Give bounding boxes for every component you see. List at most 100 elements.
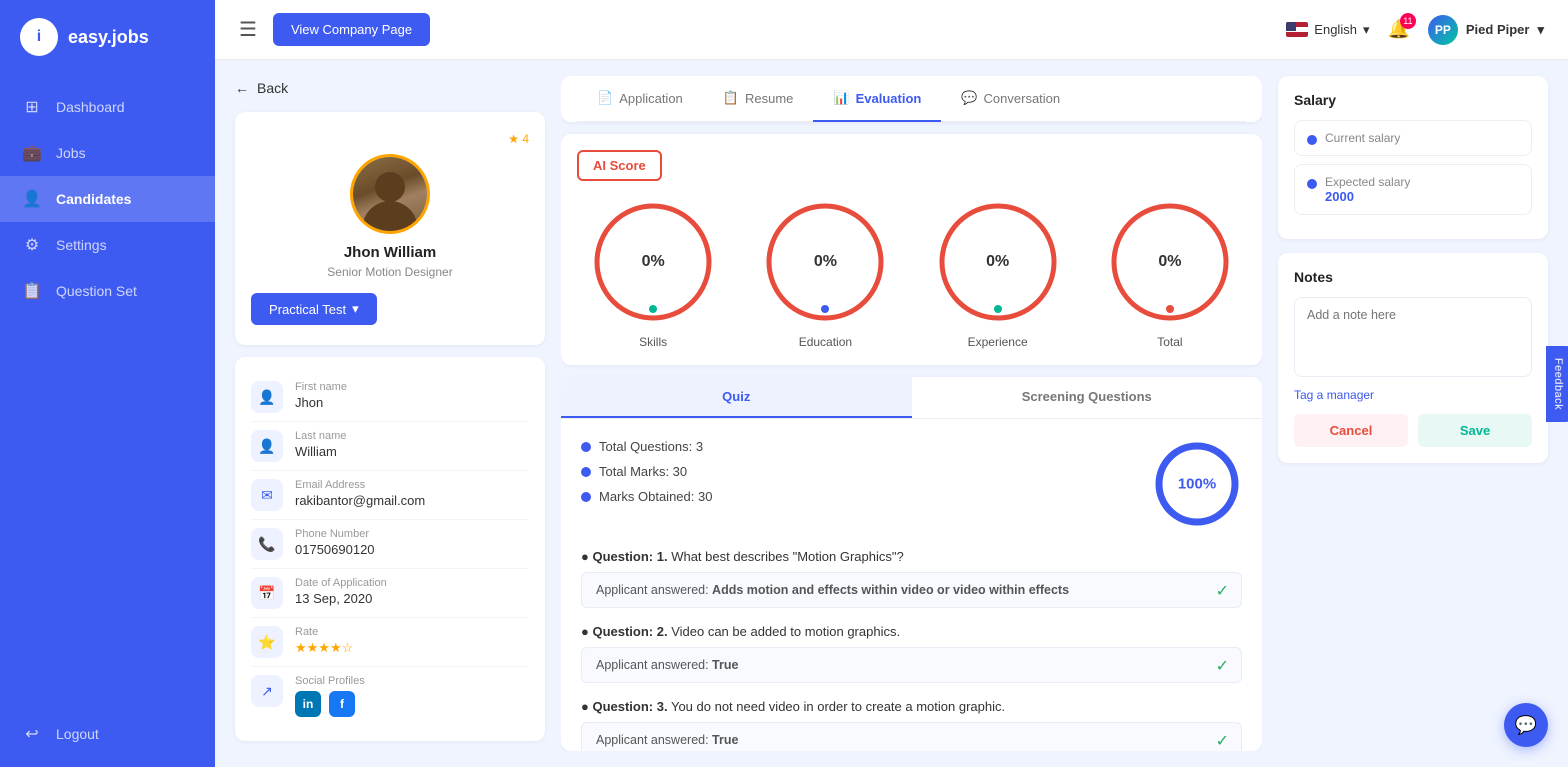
save-button[interactable]: Save [1418,414,1532,447]
status-button[interactable]: Practical Test ▾ [251,293,377,325]
candidate-name: Jhon William [251,244,529,261]
sidebar-item-settings[interactable]: ⚙ Settings [0,222,215,268]
ai-score-card: AI Score 0% Skills [561,134,1262,365]
sidebar: i easy.jobs ⊞ Dashboard 💼 Jobs 👤 Candida… [0,0,215,767]
sidebar-item-label: Settings [56,237,107,253]
logout-button[interactable]: ↩ Logout [0,711,215,757]
quiz-stats: Total Questions: 3 Total Marks: 30 Marks… [581,439,1132,529]
linkedin-icon[interactable]: in [295,691,321,717]
answer-2-value: True [712,658,738,672]
candidate-card: ★ 4 Jhon William Senior Motion Designer … [235,112,545,345]
status-btn-label: Practical Test [269,302,346,317]
left-panel: ← Back ★ 4 Jhon William Senior Motion De… [235,76,545,751]
quiz-tab-screening[interactable]: Screening Questions [912,377,1263,418]
experience-label: Experience [968,335,1028,349]
menu-icon[interactable]: ☰ [239,17,257,42]
tab-application[interactable]: 📄 Application [577,76,703,122]
star-icon: ⭐ [251,626,283,658]
person-icon-2: 👤 [251,430,283,462]
topbar-right: English ▾ 🔔 11 PP Pied Piper ▾ [1286,15,1544,45]
sidebar-item-label: Candidates [56,191,131,207]
company-info[interactable]: PP Pied Piper ▾ [1428,15,1544,45]
lastname-label: Last name [295,430,529,442]
notes-textarea[interactable] [1294,297,1532,377]
notes-title: Notes [1294,269,1532,285]
q3-bullet: ● [581,699,592,714]
facebook-icon[interactable]: f [329,691,355,717]
candidate-stars: ★ 4 [251,132,529,146]
chat-bubble[interactable]: 💬 [1504,703,1548,747]
tag-manager-link[interactable]: Tag a manager [1294,388,1532,402]
application-tab-icon: 📄 [597,90,613,106]
tab-conversation[interactable]: 💬 Conversation [941,76,1080,122]
ai-score-button[interactable]: AI Score [577,150,662,181]
sidebar-item-label: Dashboard [56,99,125,115]
evaluation-tab-label: Evaluation [856,91,922,106]
back-arrow-icon: ← [235,80,249,96]
education-circle: 0% [760,197,890,327]
phone-label: Phone Number [295,528,529,540]
email-icon: ✉ [251,479,283,511]
current-salary-label: Current salary [1325,131,1400,145]
flag-icon [1286,22,1308,37]
sidebar-item-label: Jobs [56,145,86,161]
notes-actions: Cancel Save [1294,414,1532,447]
quiz-stat-total-marks: Total Marks: 30 [581,464,1132,479]
expected-salary-dot [1307,179,1317,189]
info-row-date: 📅 Date of Application 13 Sep, 2020 [251,569,529,618]
answer-3-box: Applicant answered: True ✓ [581,722,1242,751]
back-label: Back [257,80,288,96]
salary-title: Salary [1294,92,1532,108]
main-area: ☰ View Company Page English ▾ 🔔 11 PP Pi… [215,0,1568,767]
resume-tab-label: Resume [745,91,793,106]
current-salary-dot [1307,135,1317,145]
total-circle-wrap: 0% Total [1105,197,1235,349]
chat-icon: 💬 [1515,715,1537,736]
sidebar-item-candidates[interactable]: 👤 Candidates [0,176,215,222]
quiz-tab-quiz[interactable]: Quiz [561,377,912,418]
q2-bullet: ● [581,624,592,639]
quiz-progress-pct: 100% [1178,476,1216,493]
questions-section: ● Question: 1. What best describes "Moti… [561,549,1262,751]
calendar-icon: 📅 [251,577,283,609]
quiz-screening-card: Quiz Screening Questions Total Questions… [561,377,1262,751]
person-icon-1: 👤 [251,381,283,413]
rate-label: Rate [295,626,529,638]
view-company-button[interactable]: View Company Page [273,13,430,46]
education-pct: 0% [814,253,837,271]
answer-3-check-icon: ✓ [1216,731,1229,751]
resume-tab-icon: 📋 [723,90,739,106]
conversation-tab-label: Conversation [984,91,1061,106]
candidate-role: Senior Motion Designer [251,265,529,279]
sidebar-item-dashboard[interactable]: ⊞ Dashboard [0,84,215,130]
question-3-text: ● Question: 3. You do not need video in … [581,699,1242,714]
stat-total-questions: Total Questions: 3 [599,439,703,454]
sidebar-item-jobs[interactable]: 💼 Jobs [0,130,215,176]
sidebar-item-label: Question Set [56,283,137,299]
language-selector[interactable]: English ▾ [1286,22,1369,38]
bullet-icon-1 [581,442,591,452]
cancel-button[interactable]: Cancel [1294,414,1408,447]
answer-1-box: Applicant answered: Adds motion and effe… [581,572,1242,608]
topbar: ☰ View Company Page English ▾ 🔔 11 PP Pi… [215,0,1568,60]
company-avatar: PP [1428,15,1458,45]
experience-pct: 0% [986,253,1009,271]
tabs-row: 📄 Application 📋 Resume 📊 Evaluation 💬 Co… [577,76,1246,122]
expected-salary-row: Expected salary 2000 [1294,164,1532,215]
settings-icon: ⚙ [22,235,42,255]
tab-resume[interactable]: 📋 Resume [703,76,814,122]
question-1-block: ● Question: 1. What best describes "Moti… [581,549,1242,608]
q1-bullet: ● [581,549,592,564]
tabs-card: 📄 Application 📋 Resume 📊 Evaluation 💬 Co… [561,76,1262,122]
experience-circle-wrap: 0% Experience [933,197,1063,349]
notification-bell[interactable]: 🔔 11 [1387,19,1409,40]
logout-label: Logout [56,726,99,742]
feedback-tab[interactable]: Feedback [1546,345,1568,421]
question-1-text: ● Question: 1. What best describes "Moti… [581,549,1242,564]
sidebar-item-question-set[interactable]: 📋 Question Set [0,268,215,314]
tab-evaluation[interactable]: 📊 Evaluation [813,76,941,122]
question-3-block: ● Question: 3. You do not need video in … [581,699,1242,751]
application-tab-label: Application [619,91,683,106]
back-button[interactable]: ← Back [235,76,545,100]
date-label: Date of Application [295,577,529,589]
